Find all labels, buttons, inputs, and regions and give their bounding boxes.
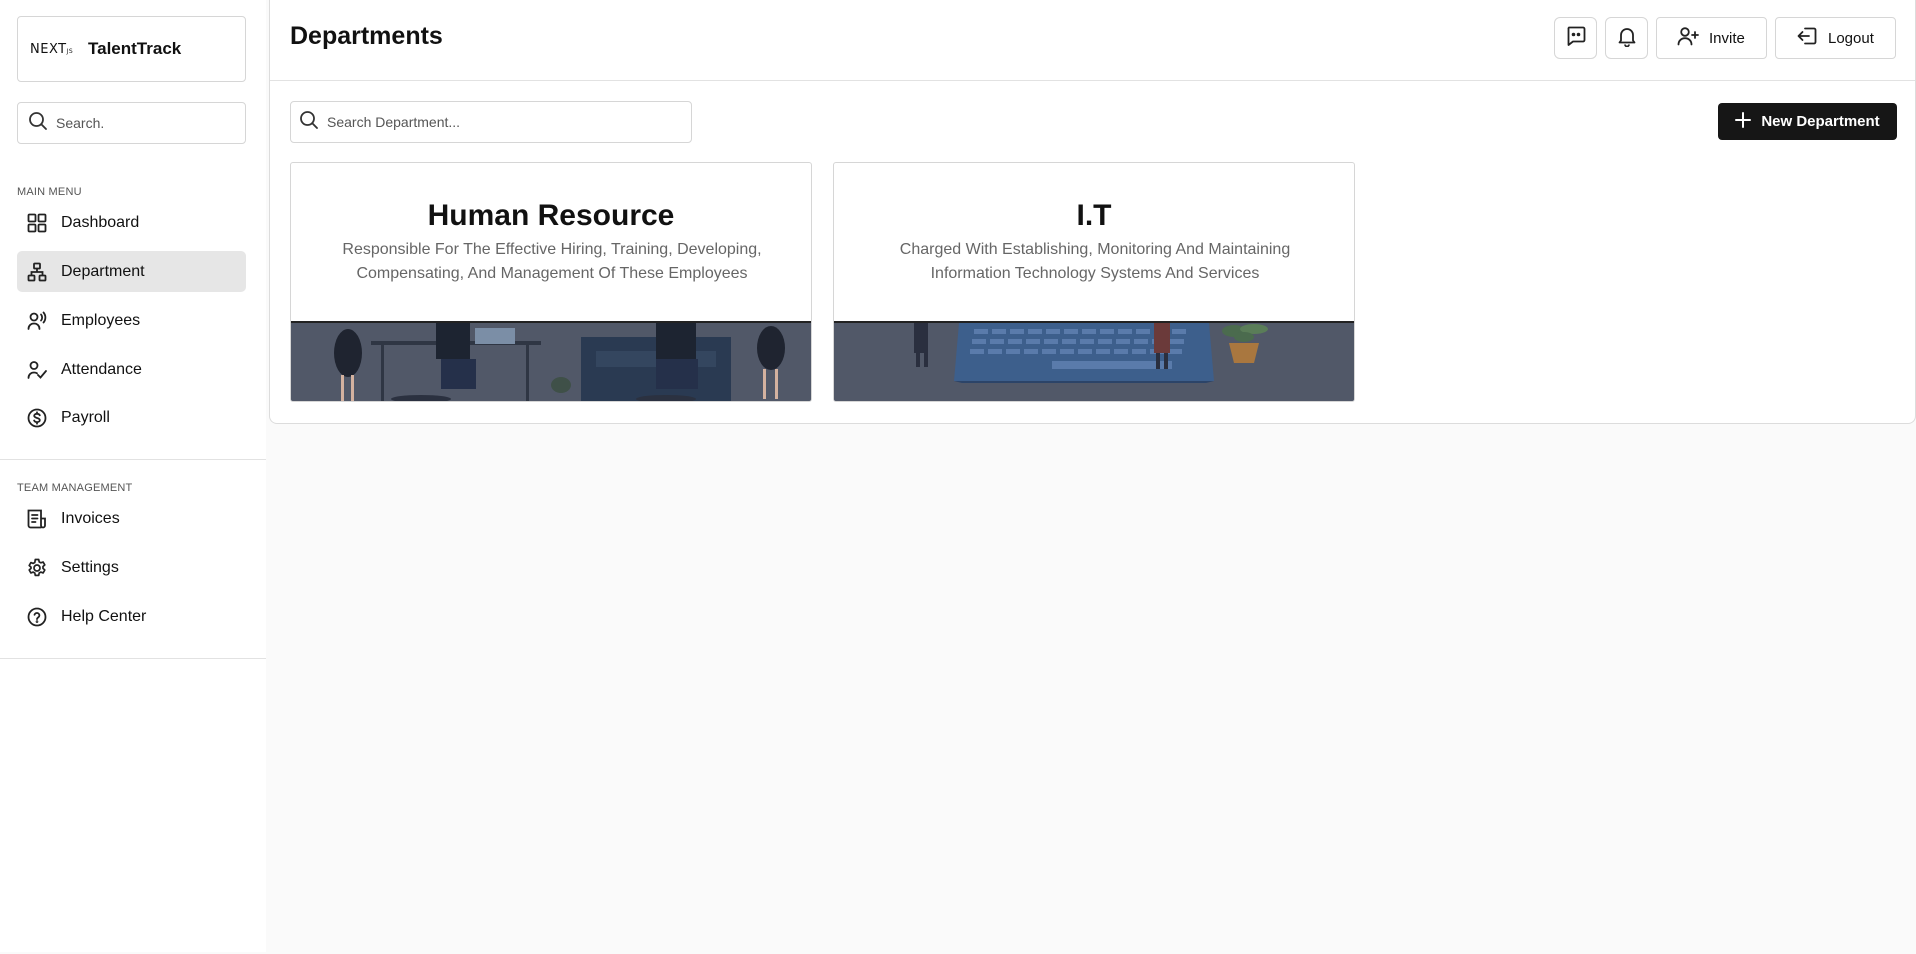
department-search-input[interactable]	[327, 114, 677, 130]
department-title: Human Resource	[427, 199, 675, 232]
payroll-icon	[27, 408, 47, 428]
search-icon	[299, 110, 319, 135]
sidebar-divider	[0, 658, 266, 659]
brand-logo: NEXTJS	[30, 41, 74, 57]
sidebar-item-label: Dashboard	[61, 213, 140, 231]
sidebar-search-input[interactable]	[56, 115, 236, 131]
logout-icon	[1796, 26, 1818, 50]
new-department-label: New Department	[1761, 113, 1880, 130]
department-search[interactable]	[290, 101, 692, 143]
sidebar-item-label: Settings	[61, 558, 119, 576]
sidebar-item-label: Attendance	[61, 360, 142, 378]
invoices-icon	[27, 509, 47, 529]
sidebar-item-label: Employees	[61, 311, 141, 329]
user-plus-icon	[1677, 26, 1699, 50]
plus-icon	[1735, 111, 1752, 132]
top-bar: Departments Invite Logout	[270, 0, 1915, 81]
sidebar-item-dashboard[interactable]: Dashboard	[17, 202, 246, 243]
chat-button[interactable]	[1554, 17, 1597, 59]
sidebar-item-label: Invoices	[61, 509, 120, 527]
sidebar-item-invoices[interactable]: Invoices	[17, 498, 246, 539]
sidebar-item-employees[interactable]: Employees	[17, 300, 246, 341]
team-management-label: TEAM MANAGEMENT	[17, 482, 133, 494]
department-description: Charged With Establishing, Monitoring An…	[899, 241, 1291, 282]
settings-icon	[27, 558, 47, 578]
sidebar-item-label: Payroll	[61, 408, 110, 426]
department-title: I.T	[1076, 199, 1112, 232]
bell-icon	[1616, 25, 1638, 52]
invite-button[interactable]: Invite	[1656, 17, 1767, 59]
app: NEXTJS TalentTrack MAIN MENU Dashboard D…	[0, 0, 1916, 954]
chat-icon	[1565, 25, 1587, 52]
department-icon	[27, 262, 47, 282]
attendance-icon	[27, 360, 47, 380]
sidebar-divider	[0, 459, 266, 460]
page-title: Departments	[290, 22, 443, 50]
sidebar-search[interactable]	[17, 102, 246, 144]
help-icon	[27, 607, 47, 627]
sidebar: NEXTJS TalentTrack MAIN MENU Dashboard D…	[0, 0, 266, 952]
department-image	[291, 321, 811, 401]
employees-icon	[27, 311, 47, 331]
sidebar-item-payroll[interactable]: Payroll	[17, 397, 246, 438]
department-description: Responsible For The Effective Hiring, Tr…	[342, 241, 762, 282]
sidebar-item-attendance[interactable]: Attendance	[17, 349, 246, 390]
logout-button[interactable]: Logout	[1775, 17, 1896, 59]
department-card-it[interactable]: I.T Charged With Establishing, Monitorin…	[833, 162, 1355, 402]
sidebar-item-help-center[interactable]: Help Center	[17, 596, 246, 637]
search-icon	[28, 111, 48, 136]
dashboard-icon	[27, 213, 47, 233]
notifications-button[interactable]	[1605, 17, 1648, 59]
brand[interactable]: NEXTJS TalentTrack	[17, 16, 246, 82]
department-card-human-resource[interactable]: Human Resource Responsible For The Effec…	[290, 162, 812, 402]
sidebar-item-department[interactable]: Department	[17, 251, 246, 292]
invite-label: Invite	[1709, 29, 1745, 47]
main-panel: Departments Invite Logout Search Departm…	[269, 0, 1916, 424]
brand-name: TalentTrack	[88, 39, 182, 58]
sidebar-item-label: Department	[61, 262, 145, 280]
department-image	[834, 321, 1354, 401]
main-menu-label: MAIN MENU	[17, 186, 82, 198]
sidebar-item-label: Help Center	[61, 607, 147, 625]
logout-label: Logout	[1828, 29, 1874, 47]
sidebar-item-settings[interactable]: Settings	[17, 547, 246, 588]
new-department-button[interactable]: New Department	[1718, 103, 1897, 140]
